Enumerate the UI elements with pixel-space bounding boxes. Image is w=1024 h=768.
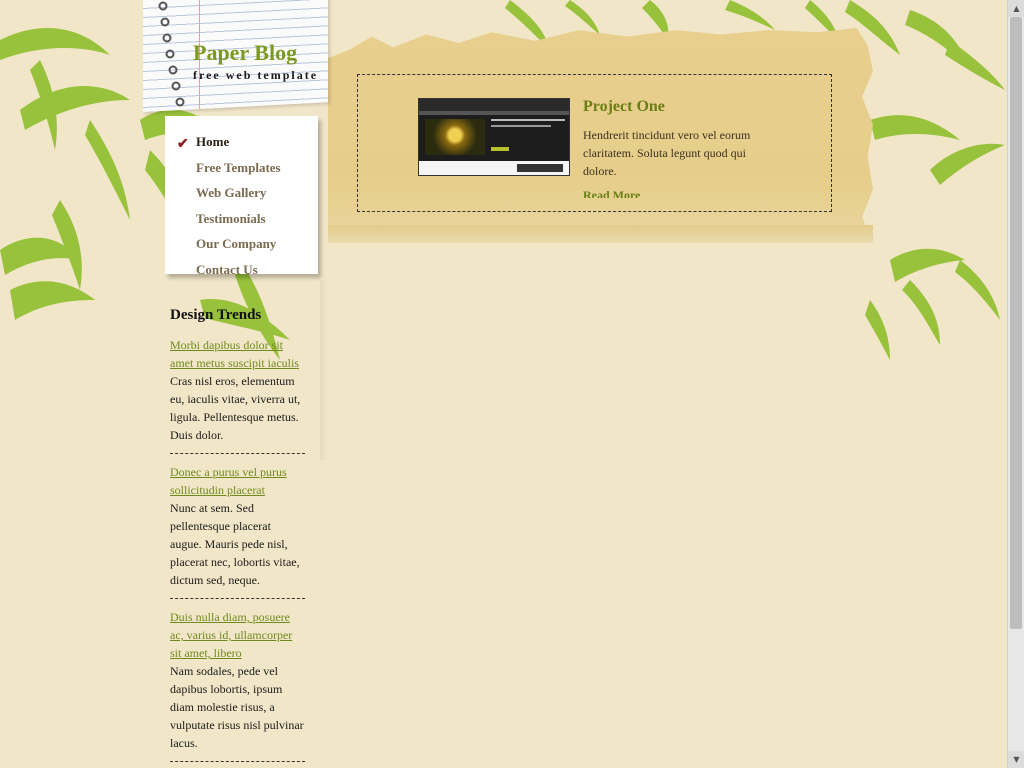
main-navigation: ✔ Home Free Templates Web Gallery Testim… [165,116,318,277]
sidebar-divider [320,280,328,460]
sidebar-post-text: Nam sodales, pede vel dapibus lobortis, … [170,664,304,750]
project-title[interactable]: Project One [583,98,665,116]
nav-item-free-templates[interactable]: Free Templates [165,160,318,186]
nav-item-our-company[interactable]: Our Company [165,236,318,262]
sidebar-post: Donec a purus vel purus sollicitudin pla… [170,463,305,599]
project-description: Hendrerit tincidunt vero vel eorum clari… [583,128,751,178]
check-mark-icon: ✔ [177,137,189,152]
nav-item-label: Testimonials [196,210,266,226]
sidebar-post: Morbi dapibus dolor sit amet metus susci… [170,336,305,454]
sidebar: Design Trends Morbi dapibus dolor sit am… [170,307,305,768]
nav-item-label: Home [196,134,230,149]
arrow-up-icon[interactable]: ▲ [1008,0,1024,17]
sidebar-post-text: Nunc at sem. Sed pellentesque placerat a… [170,501,300,587]
sidebar-post-text: Cras nisl eros, elementum eu, iaculis vi… [170,374,301,442]
site-title[interactable]: Paper Blog [193,40,297,66]
page-scrollbar[interactable]: ▲ ▼ [1007,0,1024,768]
scrollbar-thumb[interactable] [1010,17,1022,629]
nav-item-label: Free Templates [196,159,281,175]
arrow-down-icon[interactable]: ▼ [1008,751,1024,768]
site-tagline: free web template [193,68,319,82]
sidebar-post-link[interactable]: Morbi dapibus dolor sit amet metus susci… [170,336,305,372]
nav-item-label: Web Gallery [196,185,267,200]
nav-item-testimonials[interactable]: Testimonials [165,211,318,237]
nav-item-label: Our Company [196,236,277,251]
nav-item-home[interactable]: ✔ Home [165,134,318,160]
sidebar-heading: Design Trends [170,307,262,323]
header-paper-shadow [328,225,873,243]
sidebar-post-link[interactable]: Donec a purus vel purus sollicitudin pla… [170,463,305,499]
sidebar-post: Duis nulla diam, posuere ac, varius id, … [170,608,305,762]
read-more-link[interactable]: Read More [583,188,640,198]
project-thumbnail[interactable] [418,98,570,176]
nav-item-label: Contact Us [196,261,258,277]
notepad-spiral-icon [158,1,185,107]
nav-item-web-gallery[interactable]: Web Gallery [165,185,318,211]
sidebar-post-link[interactable]: Duis nulla diam, posuere ac, varius id, … [170,608,305,662]
nav-item-contact-us[interactable]: Contact Us [165,262,318,288]
